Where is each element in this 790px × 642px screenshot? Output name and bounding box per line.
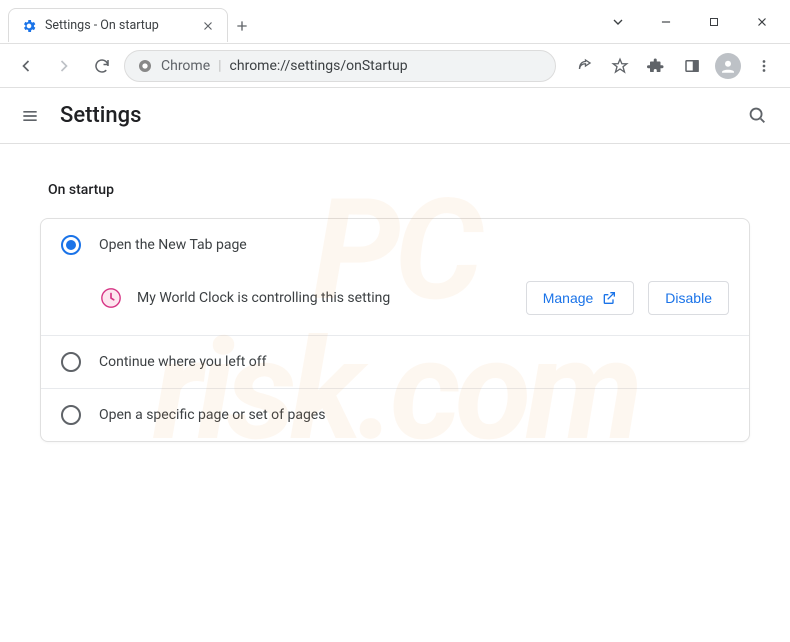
- page-title: Settings: [60, 103, 141, 128]
- settings-gear-icon: [21, 18, 37, 34]
- address-bar[interactable]: Chrome | chrome://settings/onStartup: [124, 50, 556, 82]
- section-title: On startup: [48, 182, 750, 198]
- bookmark-icon[interactable]: [604, 50, 636, 82]
- radio-specific[interactable]: [61, 405, 81, 425]
- option-continue-label: Continue where you left off: [99, 354, 267, 370]
- option-specific-label: Open a specific page or set of pages: [99, 407, 325, 423]
- maximize-button[interactable]: [692, 6, 736, 38]
- settings-header: Settings: [0, 88, 790, 144]
- disable-button-label: Disable: [665, 290, 712, 306]
- url-divider: |: [218, 58, 221, 74]
- sidepanel-icon[interactable]: [676, 50, 708, 82]
- close-tab-icon[interactable]: [201, 19, 215, 33]
- profile-avatar[interactable]: [712, 50, 744, 82]
- settings-content: On startup Open the New Tab page My Worl…: [0, 144, 790, 466]
- window-titlebar: Settings - On startup: [0, 0, 790, 44]
- new-tab-button[interactable]: [228, 8, 256, 43]
- disable-button[interactable]: Disable: [648, 281, 729, 315]
- option-new-tab-label: Open the New Tab page: [99, 237, 247, 253]
- option-specific[interactable]: Open a specific page or set of pages: [41, 389, 749, 441]
- search-icon[interactable]: [746, 104, 770, 128]
- hamburger-menu-icon[interactable]: [20, 106, 40, 126]
- reload-button[interactable]: [86, 50, 118, 82]
- tab-search-button[interactable]: [596, 6, 640, 38]
- extensions-icon[interactable]: [640, 50, 672, 82]
- url-scheme-label: Chrome: [161, 58, 210, 74]
- minimize-button[interactable]: [644, 6, 688, 38]
- menu-icon[interactable]: [748, 50, 780, 82]
- back-button[interactable]: [10, 50, 42, 82]
- browser-toolbar: Chrome | chrome://settings/onStartup: [0, 44, 790, 88]
- option-new-tab[interactable]: Open the New Tab page: [41, 219, 749, 271]
- tab-title: Settings - On startup: [45, 18, 193, 33]
- chrome-icon: [137, 58, 153, 74]
- radio-new-tab[interactable]: [61, 235, 81, 255]
- close-window-button[interactable]: [740, 6, 784, 38]
- option-continue[interactable]: Continue where you left off: [41, 336, 749, 388]
- extension-notice-row: My World Clock is controlling this setti…: [41, 271, 749, 335]
- startup-card: Open the New Tab page My World Clock is …: [40, 218, 750, 442]
- window-controls: [596, 0, 790, 43]
- radio-continue[interactable]: [61, 352, 81, 372]
- manage-button[interactable]: Manage: [526, 281, 635, 315]
- external-link-icon: [601, 290, 617, 306]
- url-path: chrome://settings/onStartup: [230, 58, 408, 74]
- browser-tab[interactable]: Settings - On startup: [8, 8, 228, 42]
- extension-notice-text: My World Clock is controlling this setti…: [137, 290, 512, 306]
- extension-clock-icon: [99, 286, 123, 310]
- manage-button-label: Manage: [543, 290, 594, 306]
- share-icon[interactable]: [568, 50, 600, 82]
- forward-button[interactable]: [48, 50, 80, 82]
